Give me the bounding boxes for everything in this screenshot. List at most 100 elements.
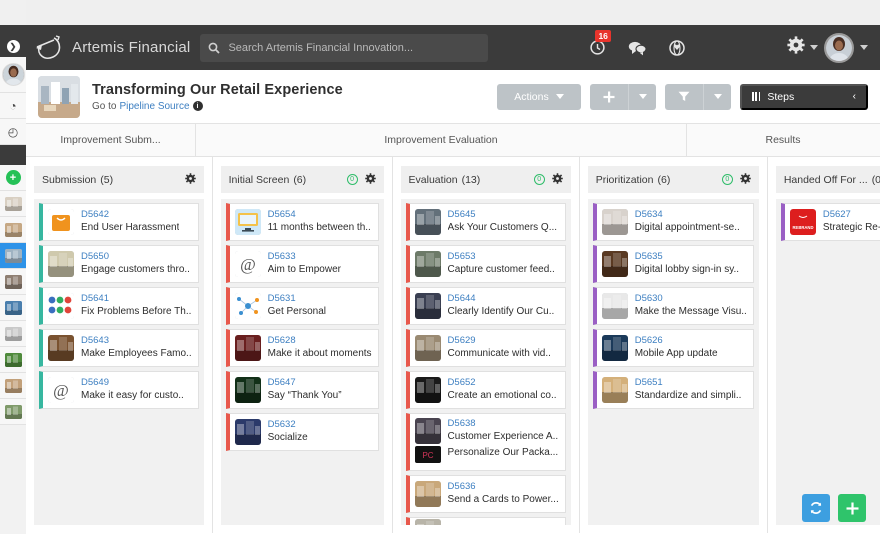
user-caret-down-icon[interactable]: [860, 45, 868, 50]
pipeline-source-link[interactable]: Pipeline Source: [119, 101, 189, 112]
search-input[interactable]: [228, 41, 481, 54]
kanban-board: Submission (5) D5642 End User Harassment D56…: [26, 157, 880, 533]
card-thumbnail: @: [234, 251, 261, 277]
card-D5638[interactable]: D5638 Customer Experience A.. PC Personaliz…: [405, 413, 566, 471]
card-D5649[interactable]: @ D5649 Make it easy for custo..: [39, 371, 199, 409]
rail-item-pipeline-thumb-8[interactable]: [0, 373, 26, 399]
rail-item-clock-icon[interactable]: ◴: [0, 119, 26, 145]
user-avatar: [1, 63, 25, 86]
card-id: D5627: [822, 209, 851, 221]
card-D5633[interactable]: @ D5633 Aim to Empower: [225, 245, 379, 283]
card-thumbnail: [234, 293, 261, 319]
gear-icon: [787, 36, 805, 59]
brand[interactable]: Artemis Financial: [26, 34, 190, 62]
card-D5636[interactable]: D5636 Send a Cards to Power...: [405, 475, 566, 513]
search-icon: [208, 42, 221, 54]
column-zero-badge: 0: [721, 174, 733, 185]
actions-button[interactable]: Actions: [497, 83, 581, 110]
card-D5628[interactable]: D5628 Make it about moments: [225, 329, 379, 367]
card-title: Standardize and simpli..: [634, 390, 742, 402]
column-header: Handed Off For ...(0): [775, 166, 880, 193]
card-id: D5638: [447, 418, 476, 429]
column-header: Submission (5): [34, 166, 204, 193]
column-settings-gear-icon[interactable]: [364, 172, 376, 187]
card-D5629[interactable]: D5629 Communicate with vid..: [405, 329, 566, 367]
card-D5651[interactable]: D5651 Standardize and simpli..: [592, 371, 754, 409]
rail-item-pipeline-thumb-1[interactable]: [0, 191, 26, 217]
rail-item-user-avatar[interactable]: [0, 57, 26, 93]
card-D5626[interactable]: D5626 Mobile App update: [592, 329, 754, 367]
rail-item-pipeline-thumb-5[interactable]: [0, 295, 26, 321]
user-avatar[interactable]: [824, 32, 854, 63]
rail-item-dashboard-gauge-icon[interactable]: ◔: [0, 93, 26, 119]
card-D5632[interactable]: D5632 Socialize: [225, 413, 379, 451]
globe-heart-icon[interactable]: [666, 37, 688, 59]
column-zero-badge: 0: [533, 174, 545, 185]
card-title: Clearly Identify Our Cu..: [447, 306, 555, 318]
card-id: D5636: [447, 481, 476, 493]
add-button[interactable]: [590, 83, 628, 110]
refresh-button[interactable]: [802, 494, 830, 522]
card-D5654[interactable]: D5654 11 months between th..: [225, 203, 379, 241]
card-D5627[interactable]: REBRAND D5627Strategic Re-branding: [780, 203, 880, 241]
card-D5634[interactable]: D5634 Digital appointment-se..: [592, 203, 754, 241]
add-dropdown-button[interactable]: [628, 83, 656, 110]
card-thumbnail: [414, 251, 441, 277]
rail-item-pipeline-thumb-9[interactable]: [0, 399, 26, 425]
card-D5644[interactable]: D5644 Clearly Identify Our Cu..: [405, 287, 566, 325]
svg-text:@: @: [53, 381, 69, 400]
filter-dropdown-button[interactable]: [703, 83, 731, 110]
rail-item-pipeline-thumb-3[interactable]: [0, 243, 26, 269]
card-D5653[interactable]: D5653 Capture customer feed..: [405, 245, 566, 283]
rail-expand-toggle[interactable]: ❯: [0, 35, 26, 57]
column-header: Initial Screen (6) 0: [220, 166, 384, 193]
card-D5635[interactable]: D5635 Digital lobby sign-in sy..: [592, 245, 754, 283]
card-id: D5626: [634, 335, 663, 347]
card-D5642[interactable]: D5642 End User Harassment: [39, 203, 199, 241]
card-id: D5628: [267, 335, 296, 347]
column-settings-gear-icon[interactable]: [184, 172, 196, 187]
card-D5641[interactable]: D5641 Fix Problems Before Th..: [39, 287, 199, 325]
card-D5645[interactable]: D5645 Ask Your Customers Q...: [405, 203, 566, 241]
column-card-list[interactable]: D5634 Digital appointment-se.. D5635 Digita…: [587, 199, 759, 525]
column-count: (13): [461, 173, 481, 186]
chat-bubbles-icon[interactable]: [626, 37, 648, 59]
card-title: Send a Cards to Power...: [447, 494, 559, 506]
column-settings-gear-icon[interactable]: [740, 172, 751, 187]
column-card-list[interactable]: D5642 End User Harassment D5650 Engage cust…: [34, 199, 204, 525]
filter-button[interactable]: [665, 83, 703, 110]
card-D5630[interactable]: D5630 Make the Message Visu..: [592, 287, 754, 325]
steps-button[interactable]: Steps ‹: [740, 83, 868, 110]
card-D5655[interactable]: D5655: [405, 517, 566, 525]
card-id: D5654: [267, 209, 296, 221]
rail-item-pipeline-thumb-7[interactable]: [0, 347, 26, 373]
add-card-button[interactable]: [838, 494, 866, 522]
card-thumbnail: REBRAND: [789, 209, 816, 235]
card-D5647[interactable]: D5647 Say “Thank You”: [225, 371, 379, 409]
card-D5650[interactable]: D5650 Engage customers thro..: [39, 245, 199, 283]
rail-item-pipeline-thumb-2[interactable]: [0, 217, 26, 243]
info-icon[interactable]: i: [192, 101, 203, 111]
pipeline-thumb-8: [4, 378, 22, 393]
card-id: D5634: [634, 209, 663, 221]
card-thumbnail: [414, 481, 441, 507]
card-thumbnail: [48, 293, 74, 319]
chevron-left-icon: ‹: [852, 91, 856, 102]
column-card-list[interactable]: D5645 Ask Your Customers Q... D5653 Capture…: [400, 199, 571, 525]
search-box[interactable]: [200, 33, 489, 62]
column-card-list[interactable]: REBRAND D5627Strategic Re-branding: [775, 199, 880, 525]
card-id: D5635: [634, 251, 663, 263]
card-D5643[interactable]: D5643 Make Employees Famo..: [39, 329, 199, 367]
rail-item-add-pipeline-icon[interactable]: +: [0, 165, 26, 191]
card-title: Strategic Re-branding: [822, 222, 880, 234]
notifications-icon[interactable]: 16: [586, 29, 611, 59]
column-card-list[interactable]: D5654 11 months between th.. @ D5633 Aim to …: [220, 199, 384, 525]
page-subtitle: Go to Pipeline Source i: [92, 101, 343, 112]
column-settings-gear-icon[interactable]: [551, 172, 563, 187]
rail-item-pipeline-thumb-4[interactable]: [0, 269, 26, 295]
settings-menu[interactable]: [787, 36, 818, 59]
app-root: Artemis Financial 16: [0, 0, 880, 534]
rail-item-pipeline-thumb-6[interactable]: [0, 321, 26, 347]
card-D5652[interactable]: D5652 Create an emotional co..: [405, 371, 566, 409]
card-D5631[interactable]: D5631 Get Personal: [225, 287, 379, 325]
